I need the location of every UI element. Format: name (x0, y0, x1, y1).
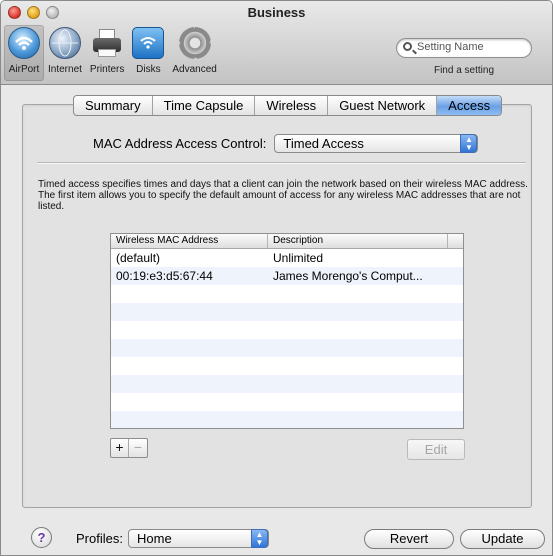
empty-row (111, 357, 463, 375)
empty-row (111, 339, 463, 357)
mac-access-control-label: MAC Address Access Control: (93, 136, 267, 151)
window-title: Business (247, 5, 306, 20)
search-input[interactable] (417, 41, 527, 53)
add-remove-control: + − (110, 438, 148, 458)
add-button[interactable]: + (111, 439, 129, 457)
toolbar-items: AirPort Internet Printers Disks Advanced (4, 25, 221, 81)
toolbar-label-printers: Printers (89, 64, 125, 75)
table-header: Wireless MAC Address Description (111, 234, 463, 249)
table-body: (default) Unlimited 00:19:e3:d5:67:44 Ja… (111, 249, 463, 428)
profiles-label: Profiles: (76, 531, 123, 546)
revert-button[interactable]: Revert (364, 529, 454, 549)
printer-icon (91, 27, 123, 59)
tab-time-capsule[interactable]: Time Capsule (153, 96, 256, 115)
disk-icon (132, 27, 165, 59)
toolbar-label-disks: Disks (136, 64, 161, 75)
airport-utility-window: Business AirPort Internet Printers Disks… (0, 0, 553, 556)
mac-access-control-row: MAC Address Access Control: Timed Access… (93, 134, 479, 153)
internet-icon (48, 27, 81, 59)
popup-arrows-icon: ▲ ▼ (460, 134, 478, 153)
toolbar-item-airport[interactable]: AirPort (4, 25, 44, 81)
edit-button[interactable]: Edit (407, 439, 465, 460)
tab-guest-network[interactable]: Guest Network (328, 96, 438, 115)
find-setting-caption: Find a setting (433, 65, 495, 76)
profiles-popup[interactable]: Home ▲ ▼ (128, 529, 269, 548)
tab-summary[interactable]: Summary (74, 96, 153, 115)
toolbar-label-airport: AirPort (8, 64, 40, 75)
help-button[interactable]: ? (31, 527, 52, 548)
profiles-value: Home (137, 531, 172, 546)
empty-row (111, 303, 463, 321)
toolbar-item-printers[interactable]: Printers (86, 25, 128, 81)
empty-row (111, 411, 463, 428)
toolbar: Business AirPort Internet Printers Disks… (1, 1, 552, 85)
tab-wireless[interactable]: Wireless (255, 96, 329, 115)
gear-icon (178, 27, 211, 59)
update-button[interactable]: Update (460, 529, 545, 549)
mac-address-table[interactable]: Wireless MAC Address Description (defaul… (110, 233, 464, 429)
cell-mac: 00:19:e3:d5:67:44 (116, 269, 213, 283)
mac-access-control-value: Timed Access (283, 136, 364, 151)
cell-description: James Morengo's Comput... (273, 269, 423, 283)
remove-button[interactable]: − (129, 439, 147, 457)
toolbar-item-internet[interactable]: Internet (44, 25, 86, 81)
popup-arrows-icon: ▲ ▼ (251, 529, 268, 548)
access-description: Timed access specifies times and days th… (38, 179, 528, 212)
empty-row (111, 393, 463, 411)
empty-row (111, 321, 463, 339)
tab-bar: Summary Time Capsule Wireless Guest Netw… (73, 95, 503, 116)
toolbar-label-advanced: Advanced (172, 64, 217, 75)
cell-description: Unlimited (273, 251, 324, 265)
search-field[interactable] (396, 38, 532, 58)
column-header-mac[interactable]: Wireless MAC Address (111, 234, 268, 248)
empty-row (111, 375, 463, 393)
mac-access-control-popup[interactable]: Timed Access ▲ ▼ (274, 134, 479, 153)
toolbar-item-advanced[interactable]: Advanced (168, 25, 220, 81)
toolbar-label-internet: Internet (48, 64, 82, 75)
table-row[interactable]: (default) Unlimited (111, 249, 463, 267)
search-icon (403, 42, 412, 51)
column-header-spacer (448, 234, 463, 248)
toolbar-item-disks[interactable]: Disks (128, 25, 168, 81)
separator (37, 162, 526, 164)
tab-access[interactable]: Access (437, 96, 502, 115)
empty-row (111, 285, 463, 303)
table-row[interactable]: 00:19:e3:d5:67:44 James Morengo's Comput… (111, 267, 463, 285)
cell-mac: (default) (116, 251, 161, 265)
column-header-description[interactable]: Description (268, 234, 448, 248)
airport-icon (8, 27, 40, 59)
